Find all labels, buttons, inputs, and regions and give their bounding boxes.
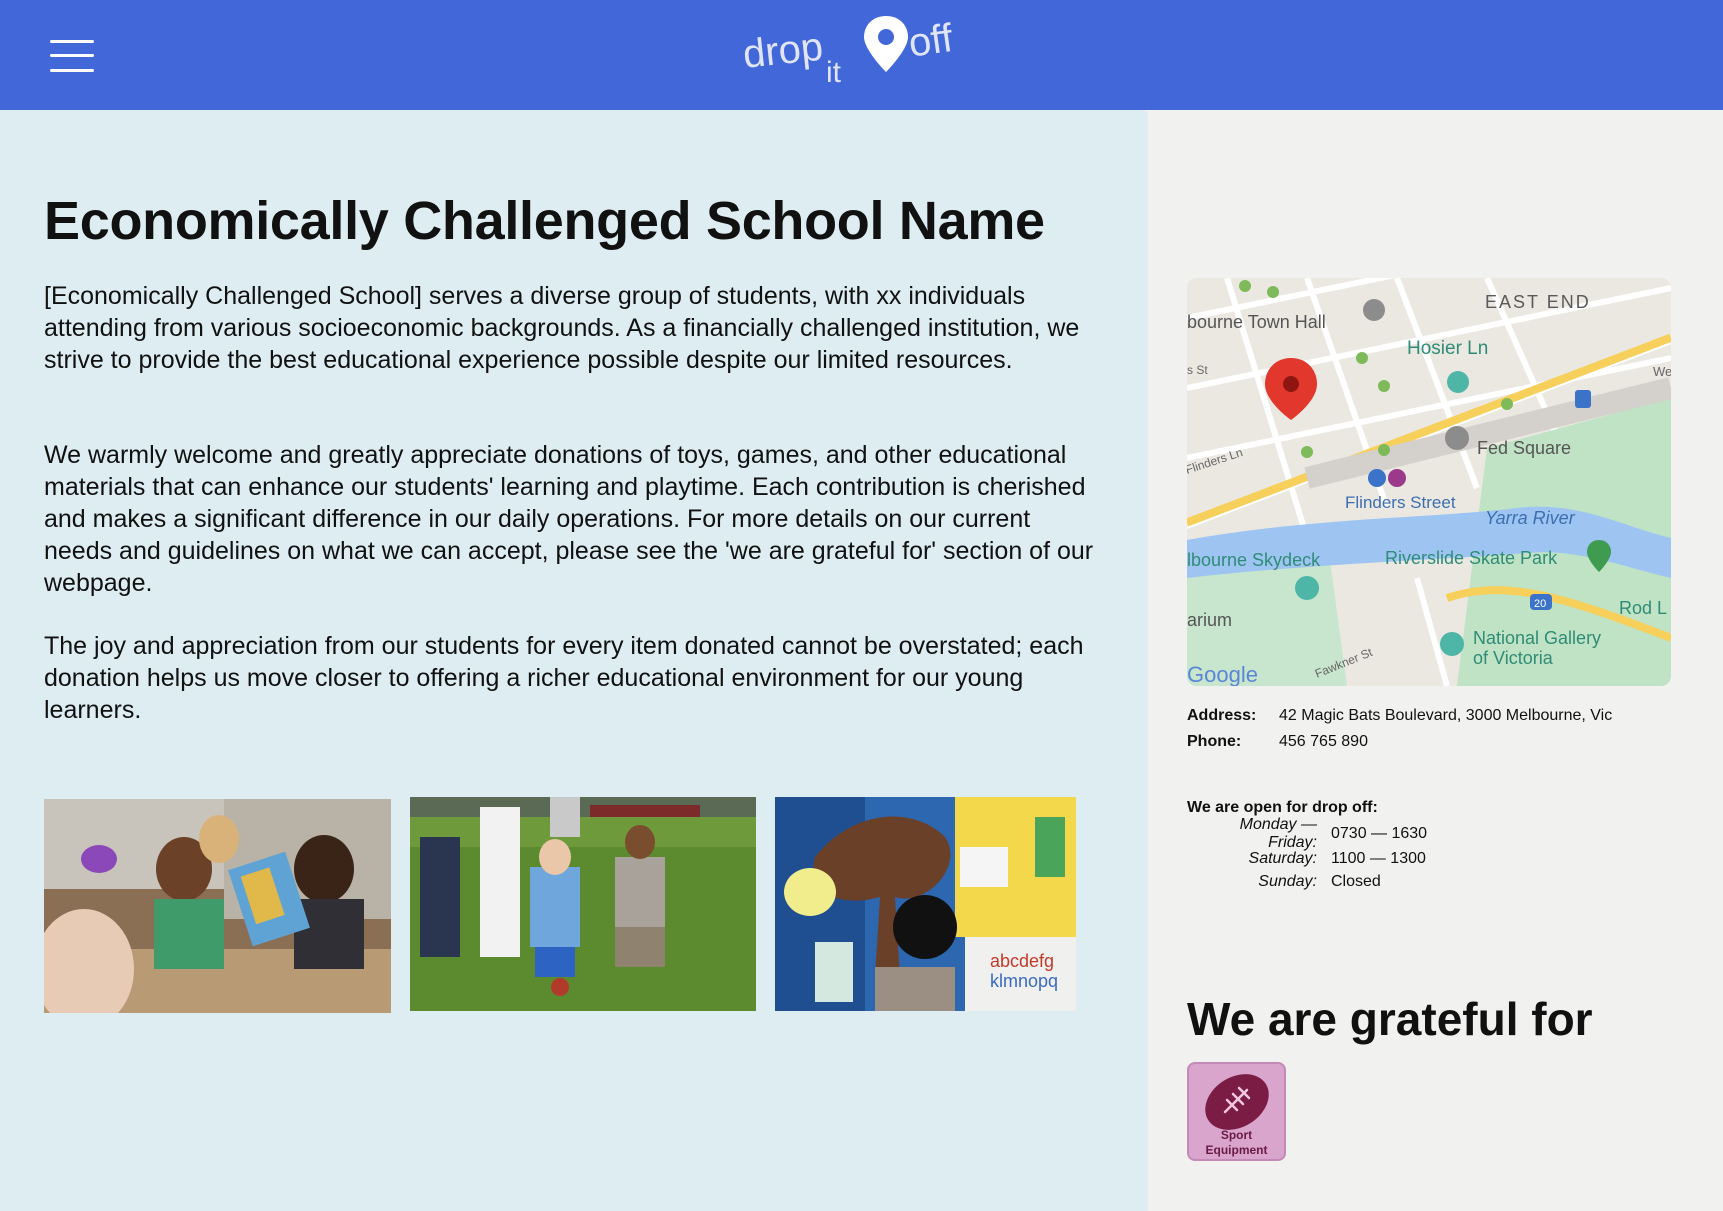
address-label: Address: [1187,707,1257,724]
svg-text:lbourne Skydeck: lbourne Skydeck [1187,550,1321,570]
svg-text:We: We [1653,364,1671,379]
svg-text:bourne Town Hall: bourne Town Hall [1187,312,1326,332]
children-playing-football-photo [410,797,756,1011]
sport-equipment-tile[interactable]: Sport Equipment [1187,1062,1286,1161]
svg-text:National Gallery: National Gallery [1473,628,1601,648]
svg-text:Google: Google [1187,662,1258,686]
hamburger-menu-icon[interactable] [50,38,94,74]
donation-paragraph: We warmly welcome and greatly appreciate… [44,441,1094,597]
svg-text:Flinders Street: Flinders Street [1345,493,1456,512]
phone-value: 456 765 890 [1279,733,1368,750]
top-nav-bar: drop it off [0,0,1723,110]
hours-day: Monday — Friday: [1239,816,1317,851]
svg-text:of Victoria: of Victoria [1473,648,1554,668]
children-reading-photo [44,799,391,1013]
classroom-corner-photo: abcdefg klmnopq [775,797,1076,1011]
opening-hours: We are open for drop off: Monday — Frida… [1187,795,1427,893]
appreciation-paragraph: The joy and appreciation from our studen… [44,632,1084,724]
svg-text:s St: s St [1187,363,1208,377]
svg-text:arium: arium [1187,610,1232,630]
grateful-for-heading: We are grateful for [1187,993,1593,1045]
svg-text:20: 20 [1534,598,1546,610]
phone-label: Phone: [1187,733,1242,750]
svg-text:Yarra River: Yarra River [1485,508,1576,528]
hours-time: 0730 — 1630 [1331,825,1428,842]
hours-time: 1100 — 1300 [1331,850,1426,867]
svg-text:Fed Square: Fed Square [1477,438,1571,458]
hours-day: Saturday: [1248,850,1317,867]
page-title: Economically Challenged School Name [44,191,1045,251]
svg-text:off: off [906,16,956,66]
hours-time: Closed [1331,873,1381,890]
tile-label: Sport Equipment [1205,1128,1268,1157]
map-pin-icon [864,16,908,72]
location-map[interactable]: EAST END bourne Town Hall Hosier Ln Fed … [1187,278,1671,686]
svg-text:it: it [826,56,842,89]
contact-details: Address: 42 Magic Bats Boulevard, 3000 M… [1187,703,1612,755]
svg-text:klmnopq: klmnopq [990,971,1058,991]
svg-text:abcdefg: abcdefg [990,951,1054,971]
intro-paragraph: [Economically Challenged School] serves … [44,282,1080,374]
svg-text:drop: drop [741,25,825,77]
svg-text:Riverslide Skate Park: Riverslide Skate Park [1385,548,1558,568]
svg-text:EAST END: EAST END [1485,292,1591,312]
school-info-panel: Economically Challenged School Name [Eco… [0,110,1148,1211]
hours-day: Sunday: [1258,873,1317,890]
svg-text:Rod L: Rod L [1619,598,1667,618]
drop-it-off-logo[interactable]: drop it off [740,10,980,90]
address-value: 42 Magic Bats Boulevard, 3000 Melbourne,… [1279,707,1613,724]
svg-text:Hosier Ln: Hosier Ln [1407,338,1488,359]
